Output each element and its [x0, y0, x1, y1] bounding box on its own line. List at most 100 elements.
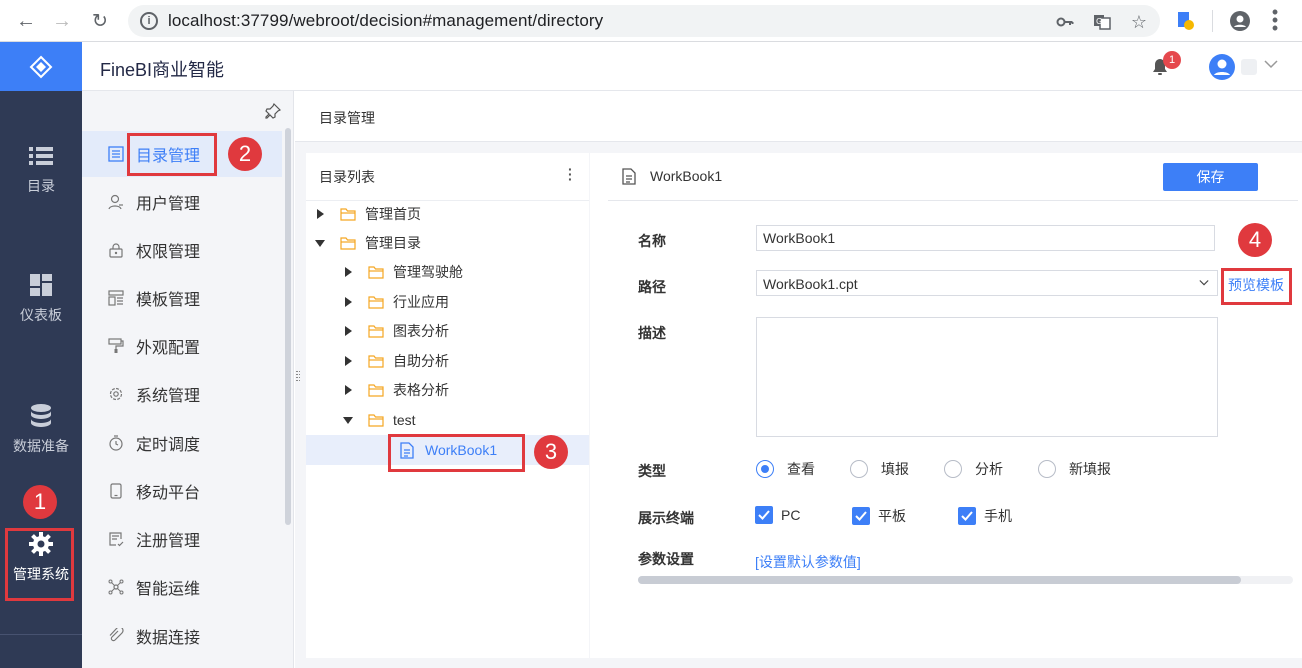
set-default-params-link[interactable]: [设置默认参数值]: [755, 552, 861, 572]
menu-dots-icon[interactable]: • • •: [1270, 3, 1280, 37]
caret-right-icon[interactable]: [343, 297, 353, 307]
folder-icon: [340, 208, 356, 221]
folder-icon: [368, 355, 384, 368]
tree-node-test[interactable]: test: [306, 405, 589, 435]
lock-icon: [108, 242, 124, 258]
sidebar-item-label: 系统管理: [136, 388, 201, 405]
description-textarea[interactable]: [756, 317, 1218, 437]
sidebar-item-permissions[interactable]: 权限管理: [82, 227, 282, 273]
path-select[interactable]: WorkBook1.cpt: [756, 270, 1218, 296]
toolbar-divider: [1212, 10, 1213, 32]
chevron-down-icon: [1199, 280, 1209, 286]
sidebar-item-label: 智能运维: [136, 581, 201, 598]
radio-label: 新填报: [1069, 461, 1111, 477]
pin-icon[interactable]: [265, 102, 282, 119]
type-radio-fill[interactable]: 填报: [850, 459, 909, 479]
tree-node-label: 自助分析: [393, 353, 449, 369]
terminal-checkbox-pc[interactable]: PC: [755, 506, 800, 524]
sidebar-item-scheduling[interactable]: 定时调度: [82, 420, 282, 466]
caret-right-icon[interactable]: [343, 326, 353, 336]
sidebar-item-mobile[interactable]: 移动平台: [82, 468, 282, 514]
type-label: 类型: [638, 463, 666, 479]
sidebar-item-ops[interactable]: 智能运维: [82, 564, 282, 610]
star-icon[interactable]: ☆: [1130, 13, 1148, 31]
tree-node-label: 管理首页: [365, 206, 421, 222]
checkbox-checked-icon: [755, 506, 773, 524]
sidebar-item-label: 权限管理: [136, 244, 201, 261]
address-bar[interactable]: i localhost:37799/webroot/decision#manag…: [128, 5, 1160, 37]
name-input[interactable]: [756, 225, 1215, 251]
reload-icon[interactable]: ↻: [88, 9, 112, 33]
sidebar-scrollbar[interactable]: [285, 128, 291, 525]
radio-checked-icon: [756, 460, 774, 478]
detail-panel: WorkBook1 保存 名称 路径 WorkBook1.cpt 预览模板 描述…: [590, 153, 1302, 658]
checkbox-label: PC: [781, 507, 801, 523]
sidebar-item-label: 用户管理: [136, 196, 201, 213]
caret-down-icon[interactable]: [343, 415, 353, 425]
sidebar-item-appearance[interactable]: 外观配置: [82, 323, 282, 369]
translate-icon[interactable]: G: [1093, 13, 1111, 31]
description-label: 描述: [638, 325, 666, 341]
sidebar-item-label: 模板管理: [136, 292, 201, 309]
annotation-box-3: [388, 434, 525, 472]
sidebar-item-label: 数据连接: [136, 630, 201, 647]
network-icon: [108, 579, 124, 595]
tree-node-chart-analysis[interactable]: 图表分析: [306, 316, 589, 346]
back-icon[interactable]: ←: [14, 9, 38, 33]
more-icon[interactable]: · · ·: [568, 162, 573, 186]
tree-node-cockpit[interactable]: 管理驾驶舱: [306, 257, 589, 287]
sidebar-item-users[interactable]: 用户管理: [82, 179, 282, 225]
caret-right-icon[interactable]: [343, 267, 353, 277]
caret-right-icon[interactable]: [343, 385, 353, 395]
rail-divider: [0, 634, 82, 635]
caret-right-icon[interactable]: [315, 209, 325, 219]
extension-icon[interactable]: [1177, 11, 1195, 31]
link-icon: [108, 628, 124, 644]
sidebar-item-registration[interactable]: 注册管理: [82, 516, 282, 562]
save-button[interactable]: 保存: [1163, 163, 1258, 191]
chevron-down-icon[interactable]: [1264, 58, 1278, 72]
scrollbar-thumb[interactable]: [638, 576, 1241, 584]
left-splitter-handle[interactable]: [296, 371, 300, 385]
folder-icon: [368, 296, 384, 309]
tree-node-industry[interactable]: 行业应用: [306, 287, 589, 317]
name-label: 名称: [638, 233, 666, 249]
sidebar-item-label: 移动平台: [136, 485, 201, 502]
url-text: localhost:37799/webroot/decision#managem…: [168, 11, 604, 30]
document-icon: [622, 168, 636, 185]
caret-down-icon[interactable]: [315, 238, 325, 248]
tree-node-manage-dir[interactable]: 管理目录: [306, 228, 589, 258]
profile-icon[interactable]: [1230, 11, 1250, 31]
rail-item-directory[interactable]: 目录: [0, 144, 82, 196]
tree-node-home[interactable]: 管理首页: [306, 199, 589, 229]
tree-node-self-analysis[interactable]: 自助分析: [306, 346, 589, 376]
sidebar-item-data-connection[interactable]: 数据连接: [82, 613, 282, 659]
terminal-checkbox-tablet[interactable]: 平板: [852, 506, 906, 526]
tree-node-label: test: [393, 412, 416, 428]
annotation-badge-2: 2: [228, 137, 262, 171]
forward-icon[interactable]: →: [50, 9, 74, 33]
svg-text:G: G: [1096, 17, 1102, 26]
site-info-icon[interactable]: i: [140, 12, 158, 30]
sidebar-item-system[interactable]: 系统管理: [82, 371, 282, 417]
avatar[interactable]: [1209, 54, 1235, 80]
rail-item-dashboard[interactable]: 仪表板: [0, 273, 82, 325]
type-radio-view[interactable]: 查看: [756, 459, 815, 479]
browser-toolbar: ← → ↻ i localhost:37799/webroot/decision…: [0, 0, 1302, 42]
detail-title: WorkBook1: [650, 168, 723, 184]
logo[interactable]: [0, 42, 82, 91]
type-radio-analysis[interactable]: 分析: [944, 459, 1003, 479]
sidebar-item-templates[interactable]: 模板管理: [82, 275, 282, 321]
key-icon[interactable]: [1056, 13, 1074, 31]
radio-label: 查看: [787, 461, 815, 477]
tree-node-table-analysis[interactable]: 表格分析: [306, 375, 589, 405]
type-radio-new-fill[interactable]: 新填报: [1038, 459, 1111, 479]
radio-icon: [944, 460, 962, 478]
username-placeholder[interactable]: [1241, 59, 1257, 75]
terminal-checkbox-phone[interactable]: 手机: [958, 506, 1012, 526]
tree-title: 目录列表: [319, 169, 375, 185]
horizontal-scrollbar[interactable]: [638, 576, 1293, 584]
caret-right-icon[interactable]: [343, 356, 353, 366]
folder-icon: [368, 384, 384, 397]
rail-item-data-prep[interactable]: 数据准备: [0, 404, 82, 456]
